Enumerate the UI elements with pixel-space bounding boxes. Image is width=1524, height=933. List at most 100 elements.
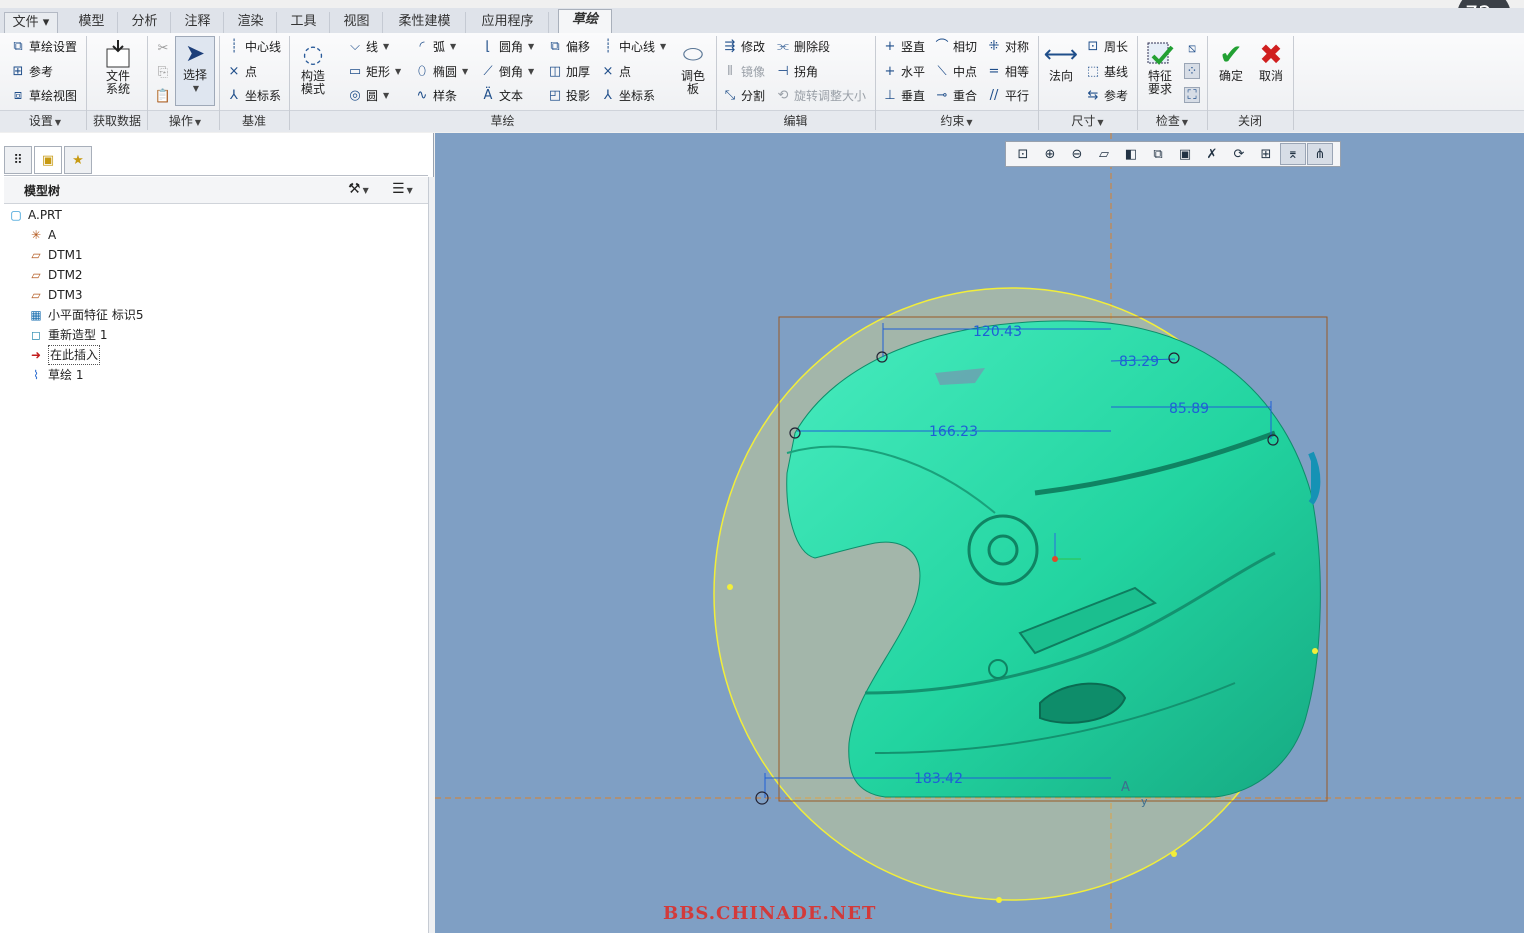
- rotate-resize-button[interactable]: ⟲ 旋转调整大小: [775, 85, 866, 107]
- constrain-group-label[interactable]: 约束 ▼: [876, 112, 1037, 130]
- tree-item[interactable]: ➜ 在此插入: [28, 345, 101, 365]
- dimension-value[interactable]: 120.43: [973, 324, 1022, 340]
- overlapping-geometry-icon[interactable]: ⧅: [1184, 40, 1200, 56]
- sketch-col2-item-1[interactable]: ⬯ 椭圆 ▼: [414, 61, 468, 83]
- tab-9[interactable]: 草绘: [558, 9, 612, 35]
- dimension-value[interactable]: 183.42: [914, 771, 963, 787]
- highlight-open-ends-icon[interactable]: ⁘: [1184, 63, 1200, 79]
- constraint-col1-item-1[interactable]: + 水平: [882, 61, 925, 83]
- references-button[interactable]: ⊞ 参考: [10, 61, 53, 83]
- constraint-col2-item-1[interactable]: ⟍ 中点: [934, 61, 977, 83]
- reference-dimension-button[interactable]: ⇆ 参考: [1085, 85, 1128, 107]
- tab-4[interactable]: 渲染: [225, 12, 277, 34]
- datum-point-button[interactable]: × 点: [226, 61, 257, 83]
- saved-orientations-icon[interactable]: ⧉: [1145, 143, 1171, 165]
- divide-button[interactable]: ⤡ 分割: [722, 85, 765, 107]
- sketch-col1-item-0[interactable]: ⌵ 线 ▼: [347, 36, 389, 58]
- tab-8[interactable]: 应用程序: [467, 12, 549, 34]
- sketch-setup-button[interactable]: ⧉ 草绘设置: [10, 36, 77, 58]
- graphics-viewport[interactable]: 120.43 83.29 85.89 166.23 183.42 A y BBS.CHI…: [435, 133, 1524, 933]
- tree-settings-icon[interactable]: ⚒ ▼: [348, 181, 369, 197]
- modify-button[interactable]: ⇶ 修改: [722, 36, 765, 58]
- constraint-col2-item-0[interactable]: ⌒ 相切: [934, 36, 977, 58]
- sketch-col2-item-2[interactable]: ∿ 样条: [414, 85, 457, 107]
- tab-5[interactable]: 工具: [278, 12, 330, 34]
- ok-button[interactable]: ✔ 确定: [1213, 38, 1249, 83]
- sketch-col5-item-1[interactable]: × 点: [600, 61, 631, 83]
- sketch-view-button[interactable]: ⧈ 草绘视图: [10, 85, 77, 107]
- spin-center-icon[interactable]: ⟳: [1226, 143, 1252, 165]
- constraint-col1-item-0[interactable]: + 竖直: [882, 36, 925, 58]
- tree-item[interactable]: ⌇ 草绘 1: [28, 366, 83, 384]
- tree-item[interactable]: ▦ 小平面特征 标识5: [28, 306, 143, 324]
- tree-item[interactable]: ▱ DTM2: [28, 266, 82, 284]
- sketcher-display-icon[interactable]: ⌆: [1280, 143, 1306, 165]
- mirror-button[interactable]: ⫴ 镜像: [722, 61, 765, 83]
- display-style-icon[interactable]: ◧: [1118, 143, 1144, 165]
- repaint-icon[interactable]: ▱: [1091, 143, 1117, 165]
- datum-csys-button[interactable]: ⅄ 坐标系: [226, 85, 281, 107]
- construction-mode-button[interactable]: ◌ 构造 模式: [294, 38, 332, 96]
- constraint-col3-item-0[interactable]: ⁜ 对称: [986, 36, 1029, 58]
- file-system-button[interactable]: 文件 系统: [96, 38, 140, 96]
- tree-item[interactable]: ▱ DTM1: [28, 246, 82, 264]
- tab-1[interactable]: 模型: [66, 12, 118, 34]
- tree-columns-icon[interactable]: ☰ ▼: [392, 181, 413, 197]
- zoom-out-icon[interactable]: ⊖: [1064, 143, 1090, 165]
- paste-icon[interactable]: 📋: [155, 88, 171, 104]
- inspect-group-label[interactable]: 检查 ▼: [1138, 112, 1206, 130]
- sketch-col1-item-2[interactable]: ◎ 圆 ▼: [347, 85, 389, 107]
- dimension-value[interactable]: 166.23: [929, 424, 978, 440]
- cut-icon[interactable]: ✂: [155, 40, 171, 56]
- tree-item[interactable]: ▱ DTM3: [28, 286, 82, 304]
- sketch-col1-item-1[interactable]: ▭ 矩形 ▼: [347, 61, 401, 83]
- sketch-col3-item-1[interactable]: ⟋ 倒角 ▼: [480, 61, 534, 83]
- model-tree-tab[interactable]: ⠿: [4, 146, 32, 174]
- dimension-value[interactable]: 85.89: [1169, 401, 1209, 417]
- delete-segment-button[interactable]: ⫘ 删除段: [775, 36, 830, 58]
- perimeter-button[interactable]: ⊡ 周长: [1085, 36, 1128, 58]
- cancel-button[interactable]: ✖ 取消: [1253, 38, 1289, 83]
- sketch-col4-item-1[interactable]: ◫ 加厚: [547, 61, 590, 83]
- sketch-col3-item-0[interactable]: ⌊ 圆角 ▼: [480, 36, 534, 58]
- normal-dimension-button[interactable]: ⟷ 法向: [1043, 38, 1079, 83]
- select-button[interactable]: ➤ 选择 ▼: [175, 36, 215, 106]
- view-manager-icon[interactable]: ▣: [1172, 143, 1198, 165]
- annotation-display-icon[interactable]: ⊞: [1253, 143, 1279, 165]
- operations-group-label[interactable]: 操作 ▼: [152, 112, 218, 130]
- shade-closed-loops-icon[interactable]: ⛶: [1184, 87, 1200, 103]
- datum-display-icon[interactable]: ✗: [1199, 143, 1225, 165]
- tree-item[interactable]: ◻ 重新造型 1: [28, 326, 107, 344]
- sketch-col3-item-2[interactable]: Ä 文本: [480, 85, 523, 107]
- folder-browser-tab[interactable]: ▣: [34, 146, 62, 174]
- sketch-col5-item-2[interactable]: ⅄ 坐标系: [600, 85, 655, 107]
- tab-3[interactable]: 注释: [172, 12, 224, 34]
- corner-button[interactable]: ⊣ 拐角: [775, 61, 818, 83]
- tab-7[interactable]: 柔性建模: [384, 12, 466, 34]
- tree-item[interactable]: ✳ A: [28, 226, 56, 244]
- dimension-group-label[interactable]: 尺寸 ▼: [1039, 112, 1136, 130]
- tab-2[interactable]: 分析: [119, 12, 171, 34]
- constraint-col3-item-1[interactable]: = 相等: [986, 61, 1029, 83]
- sketch-canvas[interactable]: 120.43 83.29 85.89 166.23 183.42 A y: [435, 133, 1524, 933]
- baseline-button[interactable]: ⬚ 基线: [1085, 61, 1128, 83]
- sketch-col2-item-0[interactable]: ◜ 弧 ▼: [414, 36, 456, 58]
- sketch-col5-item-0[interactable]: ┊ 中心线 ▼: [600, 36, 666, 58]
- constraint-col3-item-2[interactable]: //平行: [986, 85, 1029, 107]
- panel-splitter[interactable]: [428, 177, 434, 933]
- datum-centerline-button[interactable]: ┊ 中心线: [226, 36, 281, 58]
- tab-0[interactable]: 文件 ▾: [4, 12, 58, 34]
- dimension-value[interactable]: 83.29: [1119, 354, 1159, 370]
- copy-icon[interactable]: ⎘: [155, 64, 171, 80]
- tree-item[interactable]: ▢ A.PRT: [8, 206, 62, 224]
- zoom-in-icon[interactable]: ⊕: [1037, 143, 1063, 165]
- feature-requirements-button[interactable]: 特征 要求: [1142, 38, 1178, 96]
- setup-group-label[interactable]: 设置 ▼: [10, 112, 80, 130]
- refit-icon[interactable]: ⊡: [1010, 143, 1036, 165]
- sketch-col4-item-2[interactable]: ◰ 投影: [547, 85, 590, 107]
- tab-6[interactable]: 视图: [331, 12, 383, 34]
- constraint-col1-item-2[interactable]: ⊥ 垂直: [882, 85, 925, 107]
- favorites-tab[interactable]: ★: [64, 146, 92, 174]
- sketch-col4-item-0[interactable]: ⧉ 偏移: [547, 36, 590, 58]
- constraint-display-icon[interactable]: ⋔: [1307, 143, 1333, 165]
